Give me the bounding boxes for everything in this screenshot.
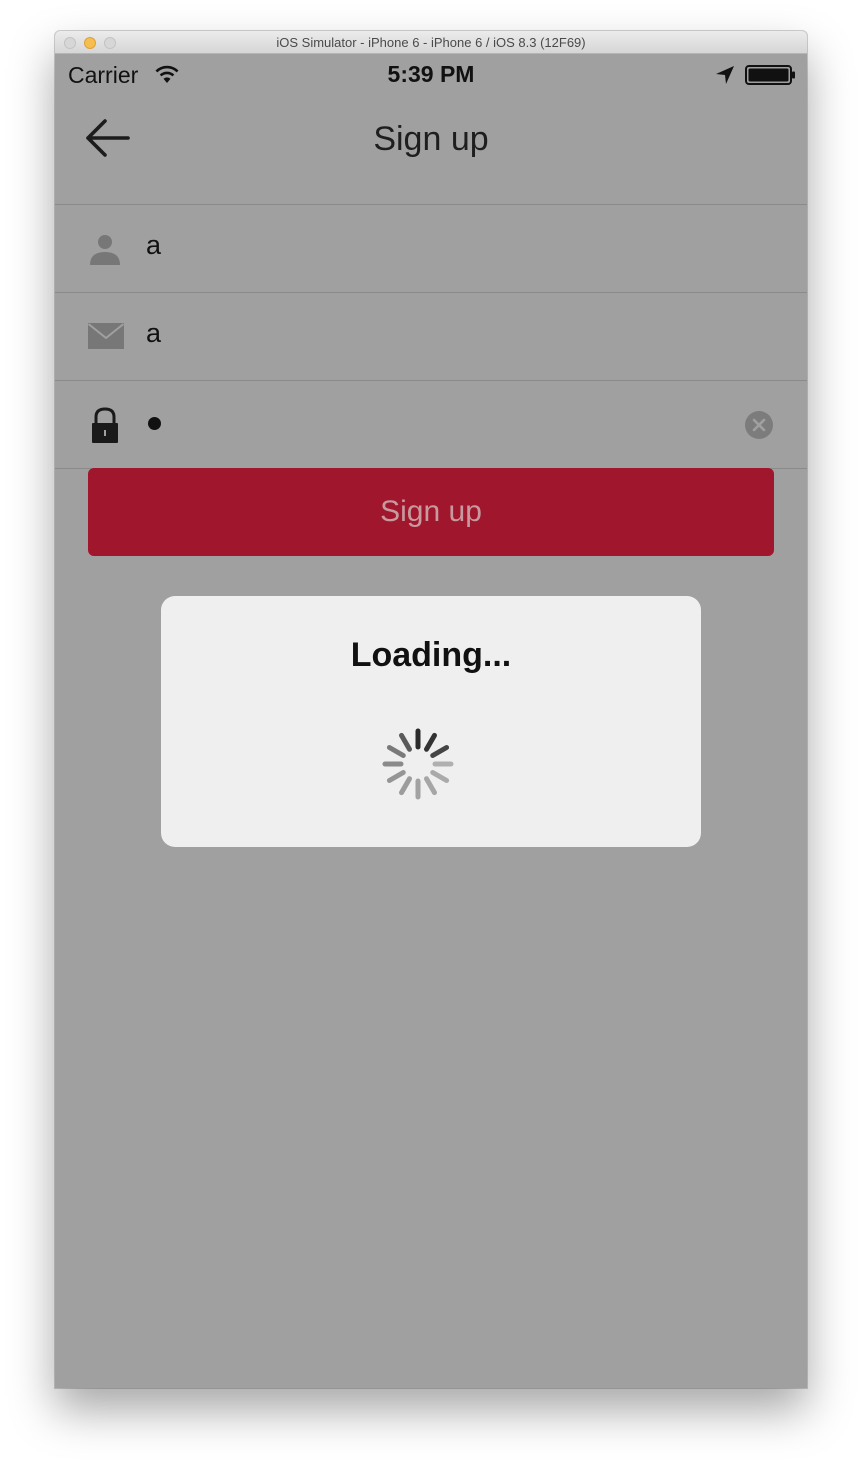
window-title: iOS Simulator - iPhone 6 - iPhone 6 / iO… [276, 35, 586, 50]
location-arrow-icon [716, 66, 734, 84]
simulator-window: iOS Simulator - iPhone 6 - iPhone 6 / iO… [55, 31, 807, 1388]
window-titlebar: iOS Simulator - iPhone 6 - iPhone 6 / iO… [55, 31, 807, 54]
person-icon [90, 235, 120, 265]
battery-icon [745, 65, 795, 85]
navigation-bar: Sign up [55, 94, 807, 205]
password-field[interactable]: • [55, 381, 807, 469]
clear-text-button[interactable] [745, 411, 773, 439]
spinner-icon [382, 728, 454, 800]
sign-up-button[interactable]: Sign up [88, 468, 774, 556]
loading-title: Loading... [350, 636, 512, 674]
email-field[interactable]: a [55, 293, 807, 381]
page-title: Sign up [373, 120, 489, 158]
loading-hud: Loading... [161, 596, 701, 847]
clear-icon [745, 411, 773, 439]
lock-icon [92, 407, 118, 443]
device-screen: Carrier 5:39 PM Sign up a a Sign up Load… [55, 54, 807, 1388]
status-time: 5:39 PM [387, 61, 475, 87]
status-bar: Carrier 5:39 PM [55, 54, 807, 94]
username-value: a [146, 230, 162, 260]
email-value: a [146, 318, 162, 348]
username-field[interactable]: a [55, 205, 807, 293]
password-dot [148, 417, 161, 430]
envelope-icon [87, 323, 125, 349]
